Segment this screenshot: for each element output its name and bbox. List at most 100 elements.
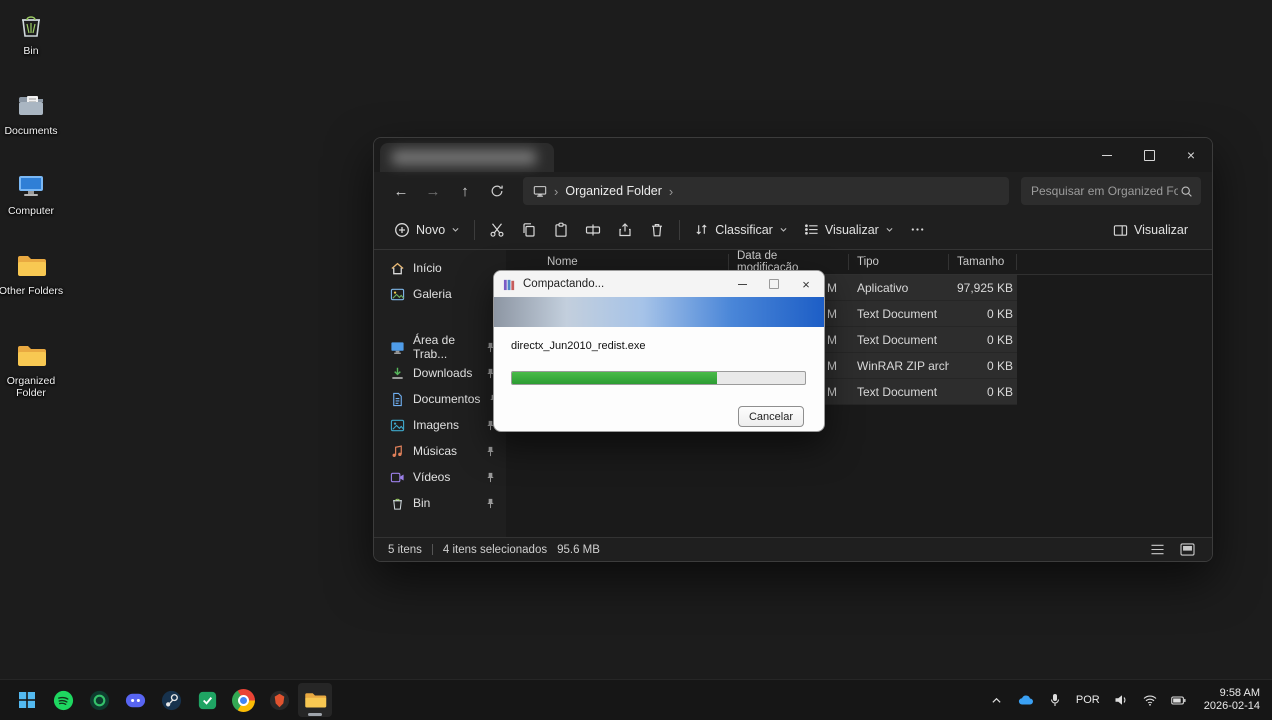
chevron-down-icon [780,228,787,232]
toolbar-divider [679,219,681,240]
chevron-down-icon [886,228,893,232]
search-icon [1180,185,1193,198]
desktop-icon-label: Other Folders [0,285,64,297]
chrome-icon[interactable] [226,683,260,717]
desktop-icon-computer[interactable]: Computer [0,170,64,217]
sidebar-divider [374,307,506,334]
new-button[interactable]: Novo [386,214,468,246]
blurred-tab-title [392,150,536,165]
app-icon-dark-green[interactable] [82,683,116,717]
toolbar-divider [474,219,476,240]
cell-type: Text Document [857,384,938,399]
pin-icon [485,446,496,457]
dialog-maximize-button[interactable] [758,271,790,297]
sidebar-item-pictures[interactable]: Imagens [378,412,502,438]
start-button[interactable] [10,683,44,717]
desktop-icon-documents[interactable]: Documents [0,90,64,137]
cell-size: 97,925 KB [957,280,1014,295]
cut-button[interactable] [481,214,513,246]
discord-icon[interactable] [118,683,152,717]
large-icons-view-toggle[interactable] [1176,541,1198,559]
clock-time: 9:58 AM [1219,687,1260,699]
chevron-right-icon: › [554,183,559,199]
app-icon-dark-red[interactable] [262,683,296,717]
cloud-app-icon[interactable] [1016,688,1036,712]
forward-button[interactable]: → [417,176,449,206]
back-button[interactable]: ← [385,176,417,206]
more-options-button[interactable] [902,214,934,246]
delete-button[interactable] [641,214,673,246]
file-explorer-icon[interactable] [298,683,332,717]
desktop-icon-other-folders[interactable]: Other Folders [0,250,64,297]
desktop-icon-label: Organized Folder [6,375,56,399]
column-header-name[interactable]: Nome [506,254,729,270]
column-header-type[interactable]: Tipo [849,254,949,270]
search-box[interactable] [1021,177,1201,205]
paste-button[interactable] [545,214,577,246]
maximize-button[interactable] [1128,138,1170,172]
pictures-icon [390,418,405,433]
cancel-button[interactable]: Cancelar [738,406,804,427]
network-icon[interactable] [1140,688,1160,712]
desktop-icon-bin[interactable]: Bin [0,10,64,57]
sidebar-item-label: Imagens [413,418,460,432]
address-bar[interactable]: › Organized Folder › [523,177,1009,205]
close-button[interactable]: × [1170,138,1212,172]
up-button[interactable]: ↑ [449,176,481,206]
sidebar-item-music[interactable]: Músicas [378,438,502,464]
cell-size: 0 KB [986,332,1013,347]
microphone-icon[interactable] [1045,688,1065,712]
folder-icon [15,340,47,372]
spotify-icon[interactable] [46,683,80,717]
cell-size: 0 KB [986,384,1013,399]
progress-bar-fill [512,372,718,384]
copy-button[interactable] [513,214,545,246]
details-view-toggle[interactable] [1146,541,1168,559]
language-indicator[interactable]: POR [1074,694,1102,706]
hidden-icons-chevron-icon[interactable] [987,688,1007,712]
sidebar-item-downloads[interactable]: Downloads [378,360,502,386]
taskbar-clock[interactable]: 9:58 AM 2026-02-14 [1198,687,1266,713]
explorer-titlebar: × [374,138,1212,172]
app-icon-green[interactable] [190,683,224,717]
plus-circle-icon [394,222,410,238]
view-button[interactable]: Visualizar [796,214,902,246]
steam-icon[interactable] [154,683,188,717]
minimize-button[interactable] [1086,138,1128,172]
view-list-icon [804,222,819,237]
battery-icon[interactable] [1169,688,1189,712]
sidebar-item-bin[interactable]: Bin [378,490,502,516]
recycle-bin-icon [390,496,405,511]
explorer-tab[interactable] [380,143,554,172]
sort-icon [694,222,709,237]
sidebar-item-documents[interactable]: Documentos [378,386,502,412]
rename-button[interactable] [577,214,609,246]
column-header-size[interactable]: Tamanho [949,254,1017,270]
dialog-banner [494,297,824,327]
column-header-date[interactable]: Data de modificação [729,250,849,274]
sidebar-item-videos[interactable]: Vídeos [378,464,502,490]
active-app-indicator [308,713,322,716]
dialog-close-button[interactable]: × [790,271,822,297]
chevron-right-icon: › [668,183,674,199]
sidebar-item-desktop[interactable]: Área de Trab... [378,333,502,361]
details-pane-button[interactable]: Visualizar [1105,214,1196,246]
desktop-icon-label: Bin [23,45,39,57]
cell-size: 0 KB [986,358,1013,373]
breadcrumb[interactable]: Organized Folder [565,184,662,198]
sidebar-item-label: Músicas [413,444,458,458]
sidebar-item-gallery[interactable]: Galeria [378,281,502,307]
sort-button[interactable]: Classificar [686,214,796,246]
desktop-icon-organized-folder[interactable]: Organized Folder [0,340,64,399]
refresh-button[interactable] [481,176,513,206]
search-input[interactable] [1029,183,1180,199]
desktop-icon-label: Computer [7,205,55,217]
documents-folder-icon [15,90,47,122]
dialog-minimize-button[interactable] [726,271,758,297]
selected-size: 95.6 MB [557,543,600,556]
sidebar-item-label: Galeria [413,287,452,301]
share-button[interactable] [609,214,641,246]
sidebar-item-home[interactable]: Início [378,255,502,281]
gallery-icon [390,287,405,302]
volume-icon[interactable] [1111,688,1131,712]
